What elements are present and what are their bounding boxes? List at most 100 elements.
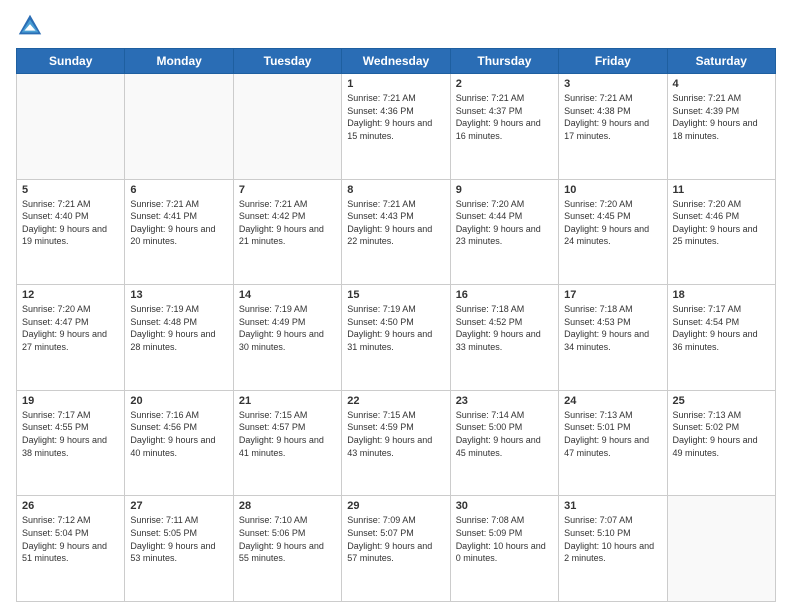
day-number: 29 (347, 500, 444, 512)
day-cell: 25 Sunrise: 7:13 AMSunset: 5:02 PMDaylig… (667, 390, 775, 496)
weekday-header-sunday: Sunday (17, 49, 125, 74)
day-cell: 21 Sunrise: 7:15 AMSunset: 4:57 PMDaylig… (233, 390, 341, 496)
cell-info: Sunrise: 7:08 AMSunset: 5:09 PMDaylight:… (456, 514, 553, 564)
day-number: 30 (456, 500, 553, 512)
cell-info: Sunrise: 7:20 AMSunset: 4:45 PMDaylight:… (564, 198, 661, 248)
cell-info: Sunrise: 7:19 AMSunset: 4:49 PMDaylight:… (239, 303, 336, 353)
day-cell: 23 Sunrise: 7:14 AMSunset: 5:00 PMDaylig… (450, 390, 558, 496)
day-number: 5 (22, 184, 119, 196)
cell-info: Sunrise: 7:16 AMSunset: 4:56 PMDaylight:… (130, 409, 227, 459)
weekday-header-friday: Friday (559, 49, 667, 74)
day-cell: 11 Sunrise: 7:20 AMSunset: 4:46 PMDaylig… (667, 179, 775, 285)
cell-info: Sunrise: 7:07 AMSunset: 5:10 PMDaylight:… (564, 514, 661, 564)
header (16, 12, 776, 40)
weekday-header-tuesday: Tuesday (233, 49, 341, 74)
day-cell: 7 Sunrise: 7:21 AMSunset: 4:42 PMDayligh… (233, 179, 341, 285)
day-number: 14 (239, 289, 336, 301)
day-number: 3 (564, 78, 661, 90)
day-number: 16 (456, 289, 553, 301)
day-number: 12 (22, 289, 119, 301)
day-number: 6 (130, 184, 227, 196)
day-cell: 6 Sunrise: 7:21 AMSunset: 4:41 PMDayligh… (125, 179, 233, 285)
weekday-header-wednesday: Wednesday (342, 49, 450, 74)
cell-info: Sunrise: 7:15 AMSunset: 4:59 PMDaylight:… (347, 409, 444, 459)
header-row: SundayMondayTuesdayWednesdayThursdayFrid… (17, 49, 776, 74)
cell-info: Sunrise: 7:21 AMSunset: 4:36 PMDaylight:… (347, 92, 444, 142)
day-cell: 14 Sunrise: 7:19 AMSunset: 4:49 PMDaylig… (233, 285, 341, 391)
day-cell: 8 Sunrise: 7:21 AMSunset: 4:43 PMDayligh… (342, 179, 450, 285)
day-number: 20 (130, 395, 227, 407)
day-cell: 10 Sunrise: 7:20 AMSunset: 4:45 PMDaylig… (559, 179, 667, 285)
day-cell: 19 Sunrise: 7:17 AMSunset: 4:55 PMDaylig… (17, 390, 125, 496)
day-cell: 30 Sunrise: 7:08 AMSunset: 5:09 PMDaylig… (450, 496, 558, 602)
day-number: 23 (456, 395, 553, 407)
day-number: 19 (22, 395, 119, 407)
cell-info: Sunrise: 7:12 AMSunset: 5:04 PMDaylight:… (22, 514, 119, 564)
logo (16, 12, 46, 40)
cell-info: Sunrise: 7:15 AMSunset: 4:57 PMDaylight:… (239, 409, 336, 459)
day-number: 18 (673, 289, 770, 301)
day-cell: 5 Sunrise: 7:21 AMSunset: 4:40 PMDayligh… (17, 179, 125, 285)
day-cell: 2 Sunrise: 7:21 AMSunset: 4:37 PMDayligh… (450, 74, 558, 180)
day-cell: 16 Sunrise: 7:18 AMSunset: 4:52 PMDaylig… (450, 285, 558, 391)
cell-info: Sunrise: 7:13 AMSunset: 5:02 PMDaylight:… (673, 409, 770, 459)
day-number: 10 (564, 184, 661, 196)
cell-info: Sunrise: 7:19 AMSunset: 4:48 PMDaylight:… (130, 303, 227, 353)
day-cell: 28 Sunrise: 7:10 AMSunset: 5:06 PMDaylig… (233, 496, 341, 602)
day-cell: 9 Sunrise: 7:20 AMSunset: 4:44 PMDayligh… (450, 179, 558, 285)
day-cell: 3 Sunrise: 7:21 AMSunset: 4:38 PMDayligh… (559, 74, 667, 180)
day-cell: 13 Sunrise: 7:19 AMSunset: 4:48 PMDaylig… (125, 285, 233, 391)
day-number: 4 (673, 78, 770, 90)
day-cell: 1 Sunrise: 7:21 AMSunset: 4:36 PMDayligh… (342, 74, 450, 180)
day-cell: 27 Sunrise: 7:11 AMSunset: 5:05 PMDaylig… (125, 496, 233, 602)
weekday-header-thursday: Thursday (450, 49, 558, 74)
day-number: 26 (22, 500, 119, 512)
day-cell: 20 Sunrise: 7:16 AMSunset: 4:56 PMDaylig… (125, 390, 233, 496)
week-row-4: 26 Sunrise: 7:12 AMSunset: 5:04 PMDaylig… (17, 496, 776, 602)
cell-info: Sunrise: 7:18 AMSunset: 4:52 PMDaylight:… (456, 303, 553, 353)
week-row-0: 1 Sunrise: 7:21 AMSunset: 4:36 PMDayligh… (17, 74, 776, 180)
day-number: 1 (347, 78, 444, 90)
day-cell (233, 74, 341, 180)
calendar-table: SundayMondayTuesdayWednesdayThursdayFrid… (16, 48, 776, 602)
day-number: 28 (239, 500, 336, 512)
day-number: 24 (564, 395, 661, 407)
day-number: 11 (673, 184, 770, 196)
weekday-header-saturday: Saturday (667, 49, 775, 74)
day-number: 25 (673, 395, 770, 407)
cell-info: Sunrise: 7:20 AMSunset: 4:46 PMDaylight:… (673, 198, 770, 248)
day-number: 15 (347, 289, 444, 301)
cell-info: Sunrise: 7:20 AMSunset: 4:47 PMDaylight:… (22, 303, 119, 353)
cell-info: Sunrise: 7:17 AMSunset: 4:55 PMDaylight:… (22, 409, 119, 459)
logo-icon (16, 12, 44, 40)
cell-info: Sunrise: 7:18 AMSunset: 4:53 PMDaylight:… (564, 303, 661, 353)
day-number: 13 (130, 289, 227, 301)
day-cell: 15 Sunrise: 7:19 AMSunset: 4:50 PMDaylig… (342, 285, 450, 391)
cell-info: Sunrise: 7:21 AMSunset: 4:38 PMDaylight:… (564, 92, 661, 142)
day-cell: 24 Sunrise: 7:13 AMSunset: 5:01 PMDaylig… (559, 390, 667, 496)
cell-info: Sunrise: 7:21 AMSunset: 4:40 PMDaylight:… (22, 198, 119, 248)
day-cell: 31 Sunrise: 7:07 AMSunset: 5:10 PMDaylig… (559, 496, 667, 602)
cell-info: Sunrise: 7:21 AMSunset: 4:42 PMDaylight:… (239, 198, 336, 248)
day-cell: 17 Sunrise: 7:18 AMSunset: 4:53 PMDaylig… (559, 285, 667, 391)
day-cell: 4 Sunrise: 7:21 AMSunset: 4:39 PMDayligh… (667, 74, 775, 180)
cell-info: Sunrise: 7:11 AMSunset: 5:05 PMDaylight:… (130, 514, 227, 564)
weekday-header-monday: Monday (125, 49, 233, 74)
day-number: 9 (456, 184, 553, 196)
cell-info: Sunrise: 7:19 AMSunset: 4:50 PMDaylight:… (347, 303, 444, 353)
day-number: 27 (130, 500, 227, 512)
week-row-2: 12 Sunrise: 7:20 AMSunset: 4:47 PMDaylig… (17, 285, 776, 391)
cell-info: Sunrise: 7:21 AMSunset: 4:37 PMDaylight:… (456, 92, 553, 142)
cell-info: Sunrise: 7:13 AMSunset: 5:01 PMDaylight:… (564, 409, 661, 459)
cell-info: Sunrise: 7:21 AMSunset: 4:43 PMDaylight:… (347, 198, 444, 248)
day-cell: 18 Sunrise: 7:17 AMSunset: 4:54 PMDaylig… (667, 285, 775, 391)
day-number: 21 (239, 395, 336, 407)
cell-info: Sunrise: 7:21 AMSunset: 4:39 PMDaylight:… (673, 92, 770, 142)
day-cell (125, 74, 233, 180)
calendar-header: SundayMondayTuesdayWednesdayThursdayFrid… (17, 49, 776, 74)
cell-info: Sunrise: 7:10 AMSunset: 5:06 PMDaylight:… (239, 514, 336, 564)
page: SundayMondayTuesdayWednesdayThursdayFrid… (0, 0, 792, 612)
cell-info: Sunrise: 7:14 AMSunset: 5:00 PMDaylight:… (456, 409, 553, 459)
calendar-body: 1 Sunrise: 7:21 AMSunset: 4:36 PMDayligh… (17, 74, 776, 602)
day-number: 2 (456, 78, 553, 90)
